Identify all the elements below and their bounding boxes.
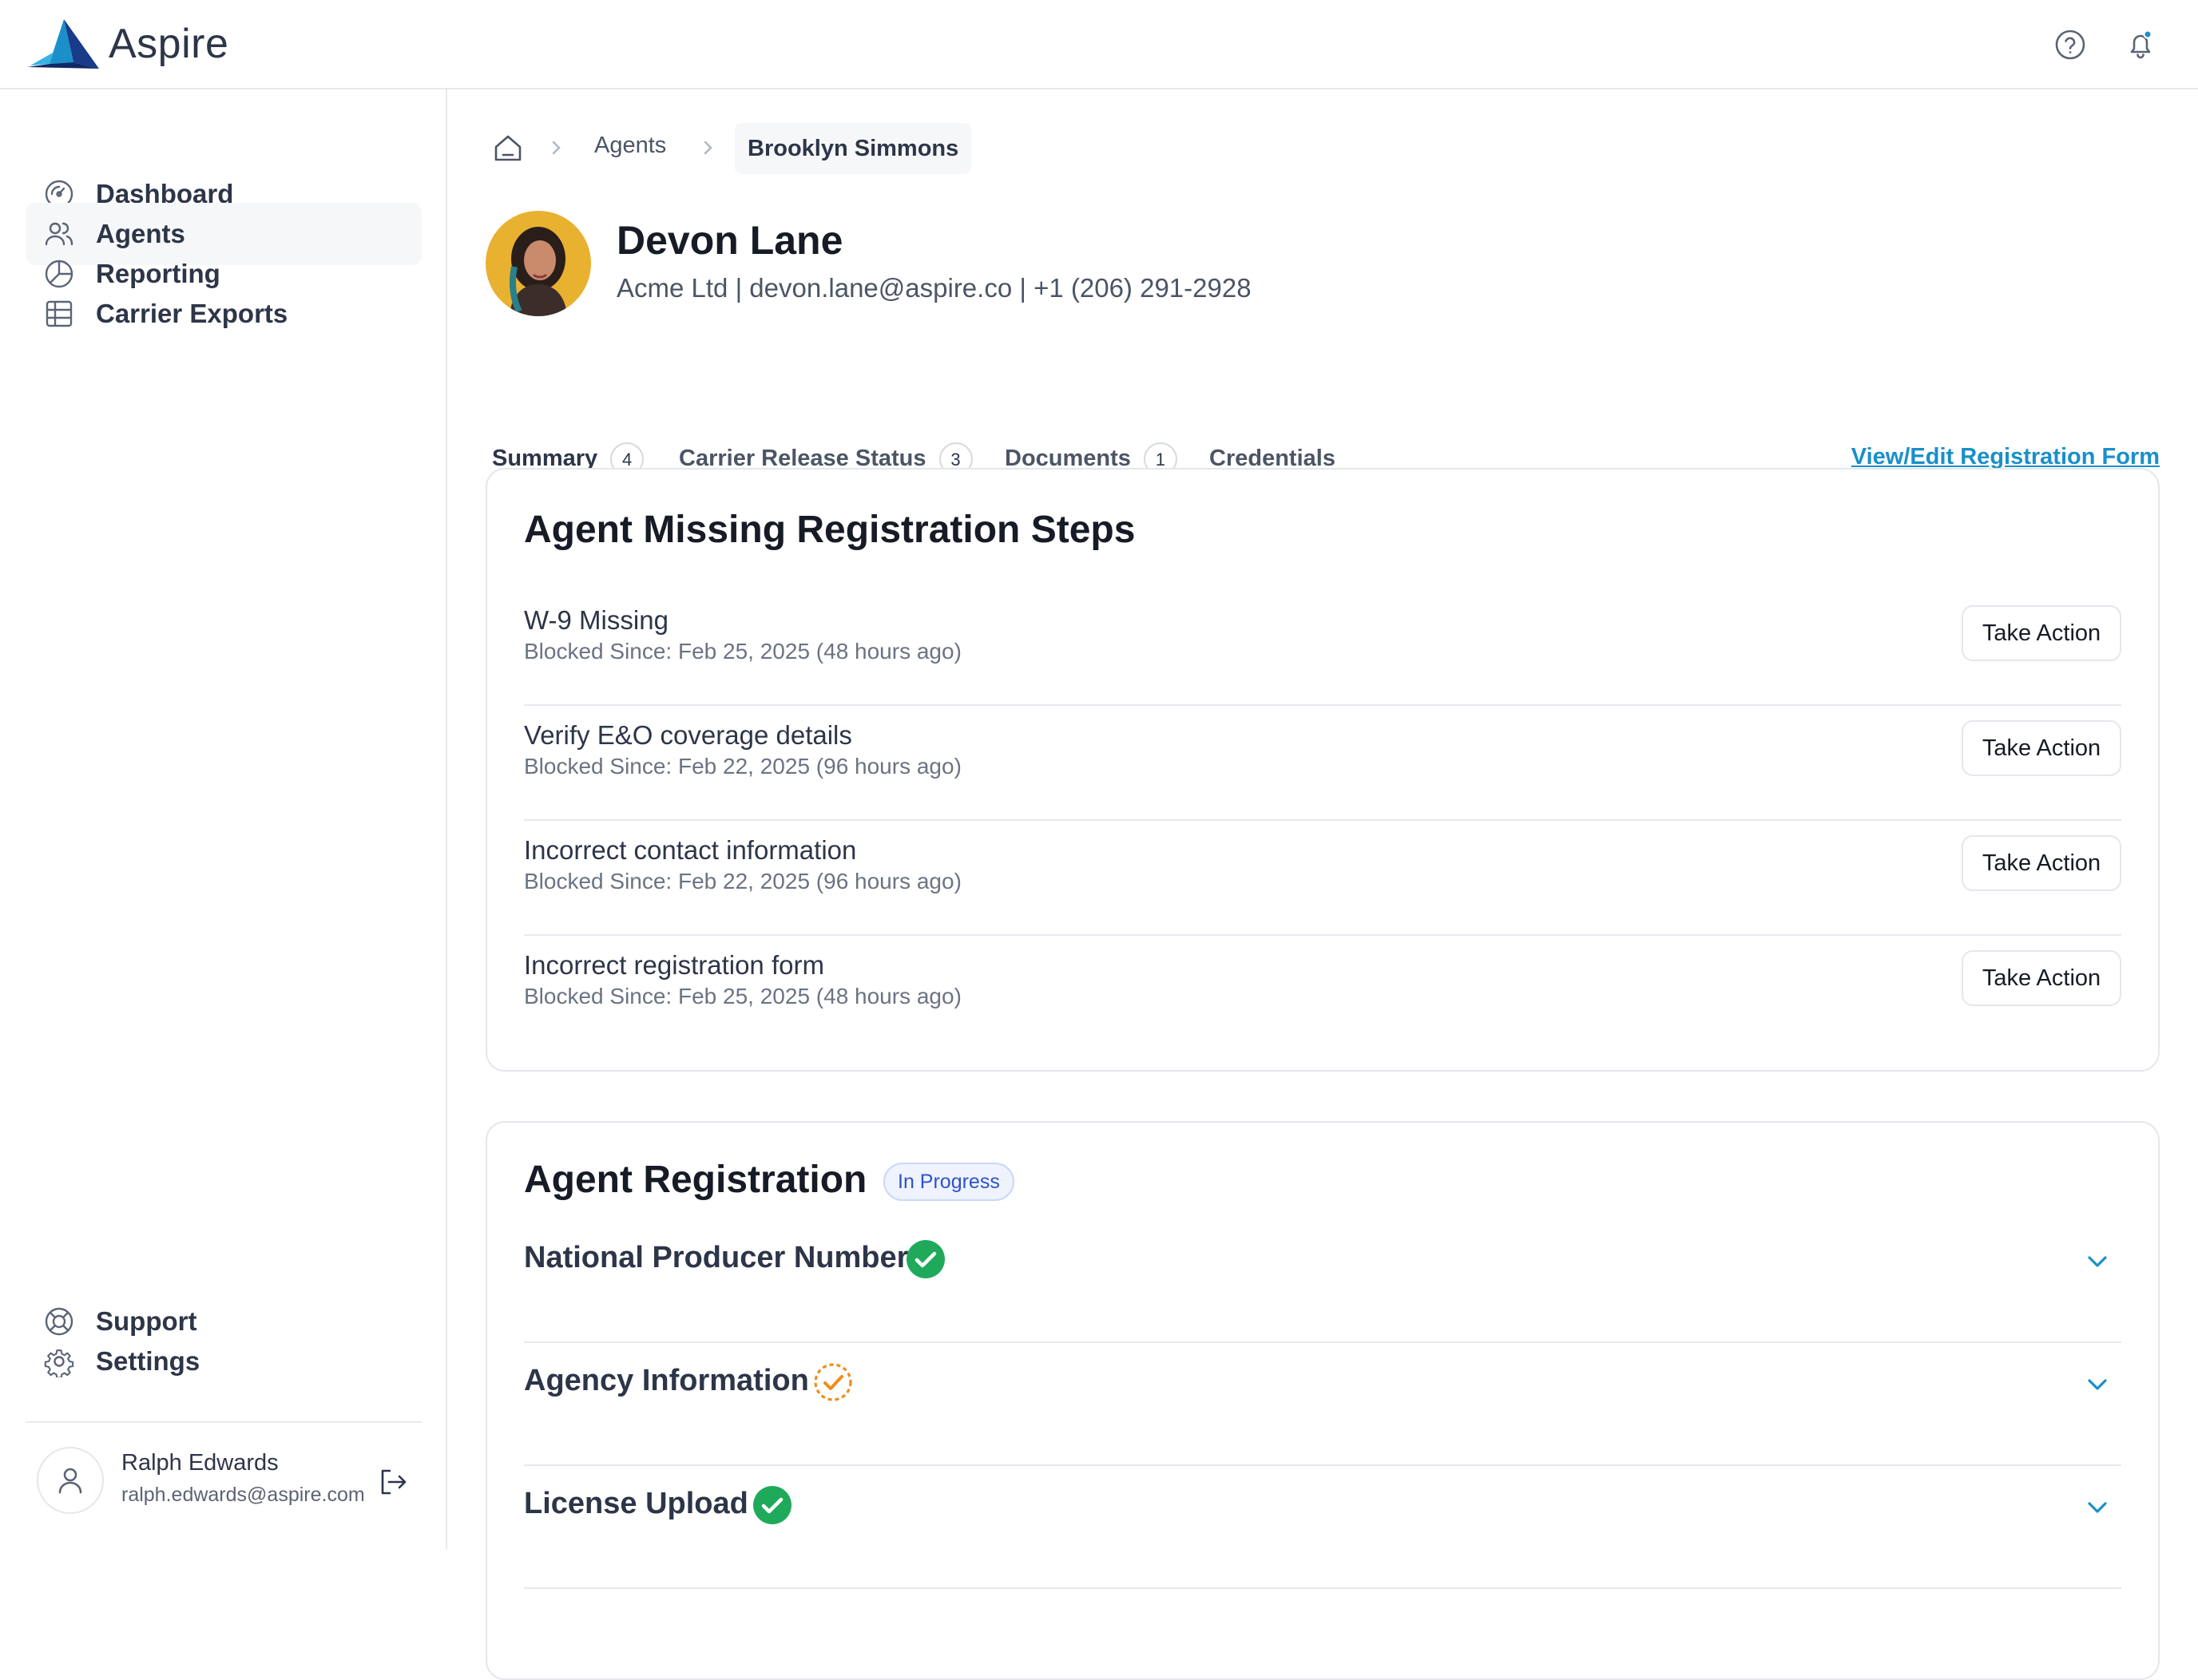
help-icon[interactable] [2053, 27, 2088, 62]
take-action-button[interactable]: Take Action [1962, 720, 2121, 776]
list-item: Verify E&O coverage details Blocked Sinc… [524, 704, 2121, 821]
step-blocked-since: Blocked Since: Feb 25, 2025 (48 hours ag… [524, 639, 962, 664]
check-circle-icon [752, 1485, 792, 1525]
agent-avatar [486, 211, 591, 316]
chevron-right-icon [696, 136, 720, 160]
registration-section-agency-information[interactable]: Agency Information [524, 1341, 2121, 1466]
bell-icon[interactable] [2123, 27, 2158, 62]
sidebar-item-label: Carrier Exports [96, 299, 288, 328]
registration-section-npn[interactable]: National Producer Number [524, 1218, 2121, 1343]
chevron-down-icon[interactable] [2081, 1246, 2113, 1278]
view-edit-registration-link[interactable]: View/Edit Registration Form [1851, 444, 2160, 470]
step-blocked-since: Blocked Since: Feb 22, 2025 (96 hours ag… [524, 754, 962, 779]
pending-check-icon [813, 1362, 853, 1402]
take-action-button[interactable]: Take Action [1962, 835, 2121, 891]
aspire-logo-icon [27, 19, 99, 69]
home-icon[interactable] [492, 133, 524, 164]
section-title: License Upload [524, 1487, 748, 1520]
sidebar-divider [26, 1421, 422, 1423]
user-name: Ralph Edwards [121, 1450, 279, 1476]
chevron-right-icon [545, 136, 569, 160]
sidebar-item-settings[interactable]: Settings [26, 1330, 422, 1393]
list-item: Incorrect registration form Blocked Sinc… [524, 934, 2121, 1049]
chevron-down-icon[interactable] [2081, 1492, 2113, 1523]
missing-steps-card: Agent Missing Registration Steps W-9 Mis… [486, 468, 2160, 1072]
registration-section-license-upload[interactable]: License Upload [524, 1464, 2121, 1589]
take-action-button[interactable]: Take Action [1962, 605, 2121, 661]
section-title: Agency Information [524, 1364, 809, 1397]
gear-icon [44, 1349, 74, 1377]
breadcrumb-agents[interactable]: Agents [594, 133, 666, 159]
breadcrumb-current: Brooklyn Simmons [735, 123, 972, 174]
card-title: Agent Registration [524, 1159, 867, 1201]
table-icon [46, 300, 73, 327]
take-action-button[interactable]: Take Action [1962, 950, 2121, 1006]
app-logo[interactable]: Aspire [26, 18, 228, 70]
user-avatar[interactable] [37, 1447, 104, 1514]
agent-registration-card: Agent Registration In Progress National … [486, 1121, 2160, 1680]
card-title: Agent Missing Registration Steps [524, 509, 1136, 551]
sidebar-item-label: Settings [96, 1346, 200, 1376]
check-circle-icon [906, 1239, 946, 1279]
user-icon [58, 1468, 82, 1494]
logout-icon[interactable] [375, 1464, 411, 1500]
step-title: W-9 Missing [524, 605, 669, 635]
main-content: Agents Brooklyn Simmons Devon Lane Acme … [447, 89, 2198, 1680]
step-title: Verify E&O coverage details [524, 720, 852, 750]
app-name: Aspire [109, 21, 229, 67]
chevron-down-icon[interactable] [2081, 1369, 2113, 1401]
list-item: W-9 Missing Blocked Since: Feb 25, 2025 … [524, 589, 2121, 706]
top-bar: Aspire [0, 0, 2198, 89]
step-title: Incorrect registration form [524, 950, 824, 980]
agent-contact-info: Acme Ltd | devon.lane@aspire.co | +1 (20… [617, 273, 1252, 303]
agent-name: Devon Lane [617, 218, 843, 263]
sidebar-item-carrier-exports[interactable]: Carrier Exports [26, 283, 422, 345]
step-blocked-since: Blocked Since: Feb 25, 2025 (48 hours ag… [524, 984, 962, 1008]
user-email: ralph.edwards@aspire.com [121, 1484, 365, 1506]
list-item: Incorrect contact information Blocked Si… [524, 819, 2121, 936]
step-blocked-since: Blocked Since: Feb 22, 2025 (96 hours ag… [524, 869, 962, 893]
sidebar: Dashboard Agents Reporting Carrier Expor… [0, 89, 447, 1549]
status-badge: In Progress [883, 1163, 1014, 1201]
step-title: Incorrect contact information [524, 835, 857, 865]
section-title: National Producer Number [524, 1241, 909, 1274]
